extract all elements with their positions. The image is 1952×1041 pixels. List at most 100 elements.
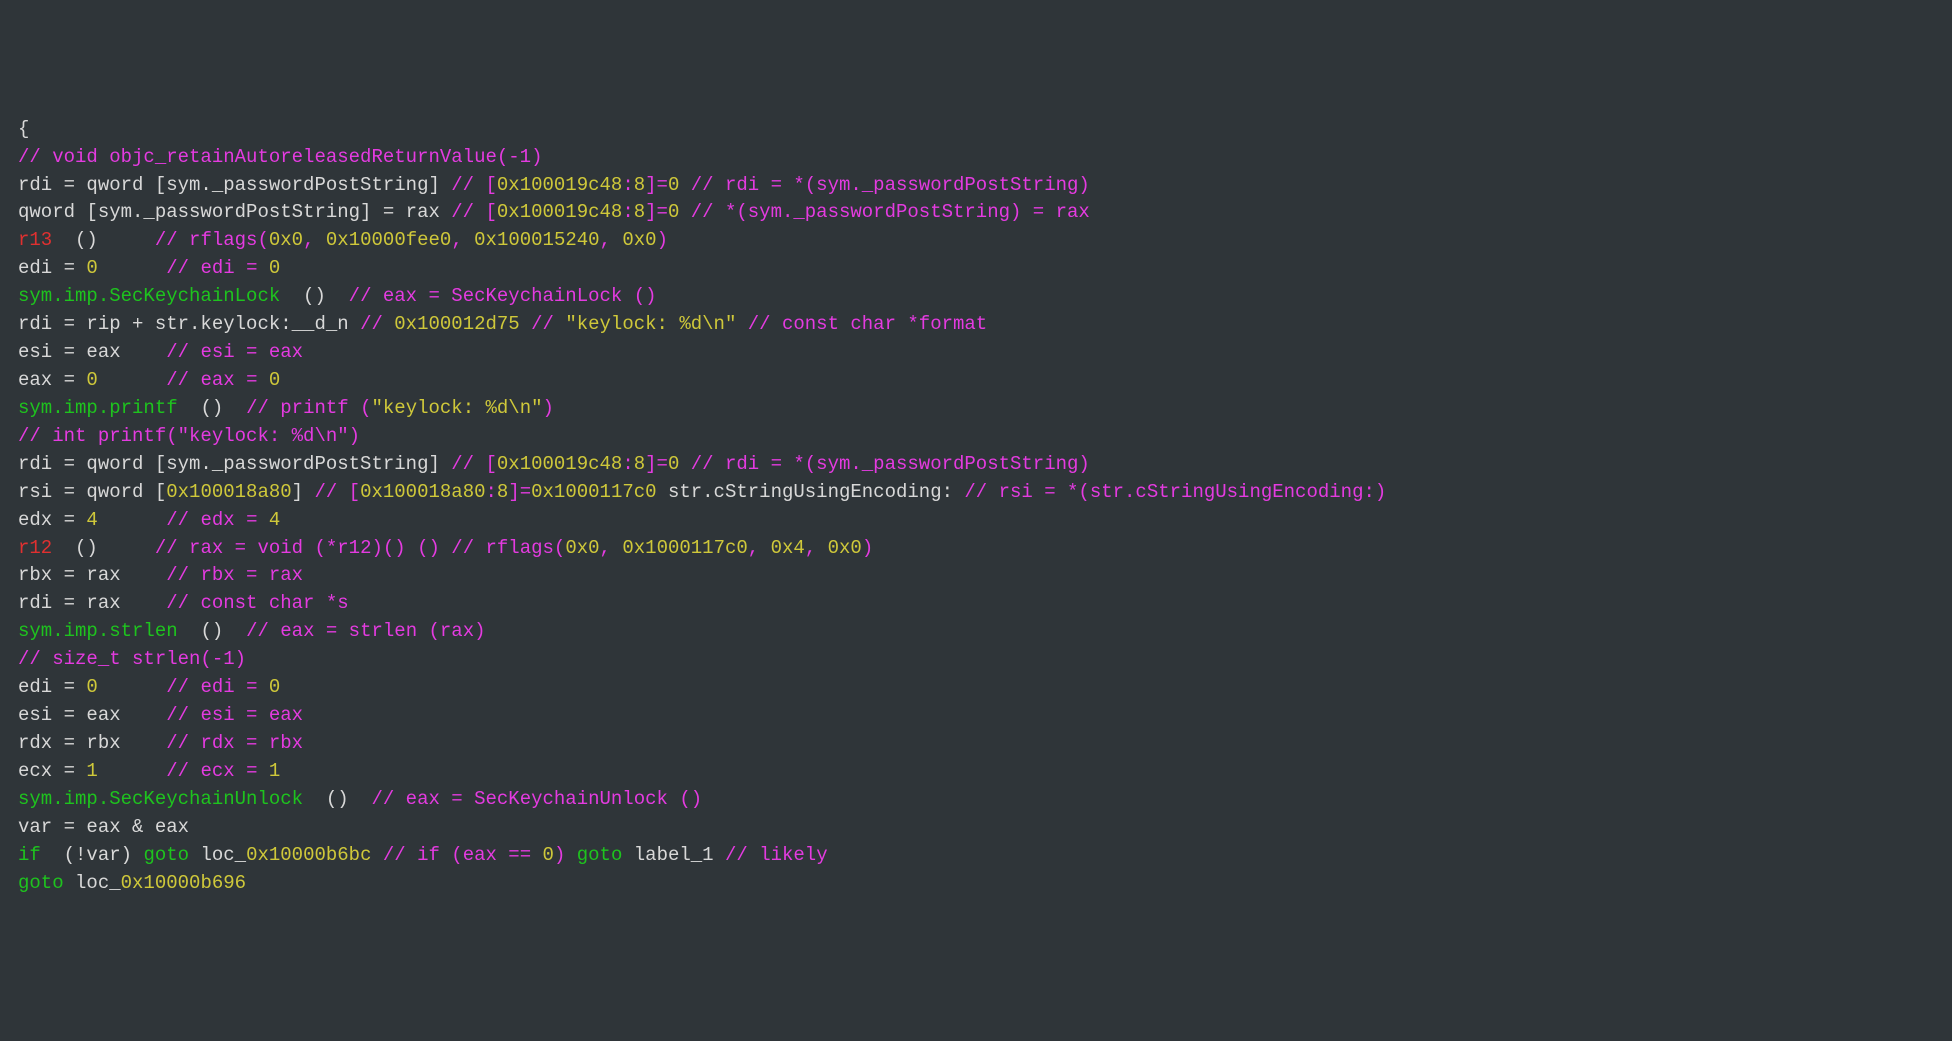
code-token: , [303,229,326,251]
code-token: // rax = void (*r12)() () [155,537,451,559]
code-line[interactable]: edi = 0 // edi = 0 [18,255,1934,283]
code-line[interactable]: rdi = rip + str.keylock:__d_n // 0x10001… [18,311,1934,339]
code-token: // if (eax == [383,844,543,866]
code-token: 0 [269,257,280,279]
code-token: rdi = rax [18,592,166,614]
code-token: goto [577,844,623,866]
code-token: , [451,229,474,251]
code-token: // eax = strlen (rax) [246,620,485,642]
code-token: // [ [451,453,497,475]
code-token [679,201,690,223]
code-token: r12 [18,537,52,559]
code-token: 0x4 [771,537,805,559]
code-token: // printf ( [246,397,371,419]
code-line[interactable]: edi = 0 // edi = 0 [18,674,1934,702]
code-line[interactable]: qword [sym._passwordPostString] = rax //… [18,199,1934,227]
code-token: (!var) [41,844,144,866]
code-token: ]= [645,174,668,196]
code-line[interactable]: edx = 4 // edx = 4 [18,507,1934,535]
code-token: // *(sym._passwordPostString) = rax [691,201,1090,223]
code-token: label_1 [622,844,725,866]
code-line[interactable]: r12 () // rax = void (*r12)() () // rfla… [18,535,1934,563]
code-line[interactable]: rdi = qword [sym._passwordPostString] //… [18,451,1934,479]
code-token: , [805,537,828,559]
code-line[interactable]: goto loc_0x10000b696 [18,870,1934,898]
code-token [98,509,166,531]
code-line[interactable]: rbx = rax // rbx = rax [18,562,1934,590]
code-token: 0 [543,844,554,866]
code-line[interactable]: var = eax & eax [18,814,1934,842]
code-token: loc_ [64,872,121,894]
code-line[interactable]: rdi = qword [sym._passwordPostString] //… [18,172,1934,200]
code-token: 0 [86,257,97,279]
code-line[interactable]: // size_t strlen(-1) [18,646,1934,674]
code-token: 4 [86,509,97,531]
code-token: rsi = qword [ [18,481,166,503]
code-token: // [ [451,201,497,223]
code-token [98,257,166,279]
code-token: rdi = qword [sym._passwordPostString] [18,174,451,196]
code-token: // const char *s [166,592,348,614]
code-line[interactable]: r13 () // rflags(0x0, 0x10000fee0, 0x100… [18,227,1934,255]
code-line[interactable]: // void objc_retainAutoreleasedReturnVal… [18,144,1934,172]
code-token: sym.imp.SecKeychainLock [18,285,280,307]
code-token [679,174,690,196]
code-token: 0x100012d75 [394,313,519,335]
code-line[interactable]: if (!var) goto loc_0x10000b6bc // if (ea… [18,842,1934,870]
code-token: 8 [634,174,645,196]
code-line[interactable]: esi = eax // esi = eax [18,702,1934,730]
code-token: edi = [18,257,86,279]
code-token: 0x0 [565,537,599,559]
code-token: 8 [634,453,645,475]
code-token: // esi = eax [166,341,303,363]
code-token: "keylock: %d\n" [371,397,542,419]
code-token: goto [18,872,64,894]
code-token: esi = eax [18,704,166,726]
code-token: // void objc_retainAutoreleasedReturnVal… [18,146,543,168]
code-token: // rsi = *(str.cStringUsingEncoding:) [964,481,1386,503]
code-token [371,844,382,866]
code-token: 0x1000117c0 [531,481,656,503]
code-token: // [ [314,481,360,503]
code-token: sym.imp.strlen [18,620,178,642]
code-token: // [ [451,174,497,196]
code-token: , [600,229,623,251]
code-token: 1 [86,760,97,782]
code-token: ) [657,229,668,251]
code-line[interactable]: sym.imp.printf () // printf ("keylock: %… [18,395,1934,423]
code-line[interactable]: sym.imp.SecKeychainLock () // eax = SecK… [18,283,1934,311]
disassembly-listing[interactable]: { // void objc_retainAutoreleasedReturnVa… [18,116,1934,898]
code-line[interactable]: ecx = 1 // ecx = 1 [18,758,1934,786]
code-token: ) [543,397,554,419]
code-token [98,760,166,782]
code-token: // [531,313,565,335]
code-token: 0x100019c48 [497,201,622,223]
code-line[interactable]: sym.imp.SecKeychainUnlock () // eax = Se… [18,786,1934,814]
code-token: rdi = qword [sym._passwordPostString] [18,453,451,475]
code-line[interactable]: rsi = qword [0x100018a80] // [0x100018a8… [18,479,1934,507]
code-token: { [18,118,29,140]
code-line[interactable]: // int printf("keylock: %d\n") [18,423,1934,451]
code-line[interactable]: rdx = rbx // rdx = rbx [18,730,1934,758]
code-token: () [280,285,348,307]
code-token: // size_t strlen(-1) [18,648,246,670]
code-token: // [360,313,394,335]
code-line[interactable]: sym.imp.strlen () // eax = strlen (rax) [18,618,1934,646]
code-token: : [622,453,633,475]
code-line[interactable]: { [18,116,1934,144]
code-token: () [52,537,155,559]
code-token: 0 [269,676,280,698]
code-token: 0x1000117c0 [622,537,747,559]
code-token: 0x10000b696 [121,872,246,894]
code-token: 0x100019c48 [497,174,622,196]
code-line[interactable]: esi = eax // esi = eax [18,339,1934,367]
code-token: // rbx = rax [166,564,303,586]
code-token [736,313,747,335]
code-token: 0x100015240 [474,229,599,251]
code-token: // edi = [166,676,269,698]
code-line[interactable]: rdi = rax // const char *s [18,590,1934,618]
code-token: // rdi = *(sym._passwordPostString) [691,174,1090,196]
code-token: str.cStringUsingEncoding: [657,481,965,503]
code-line[interactable]: eax = 0 // eax = 0 [18,367,1934,395]
code-token: 0x0 [269,229,303,251]
